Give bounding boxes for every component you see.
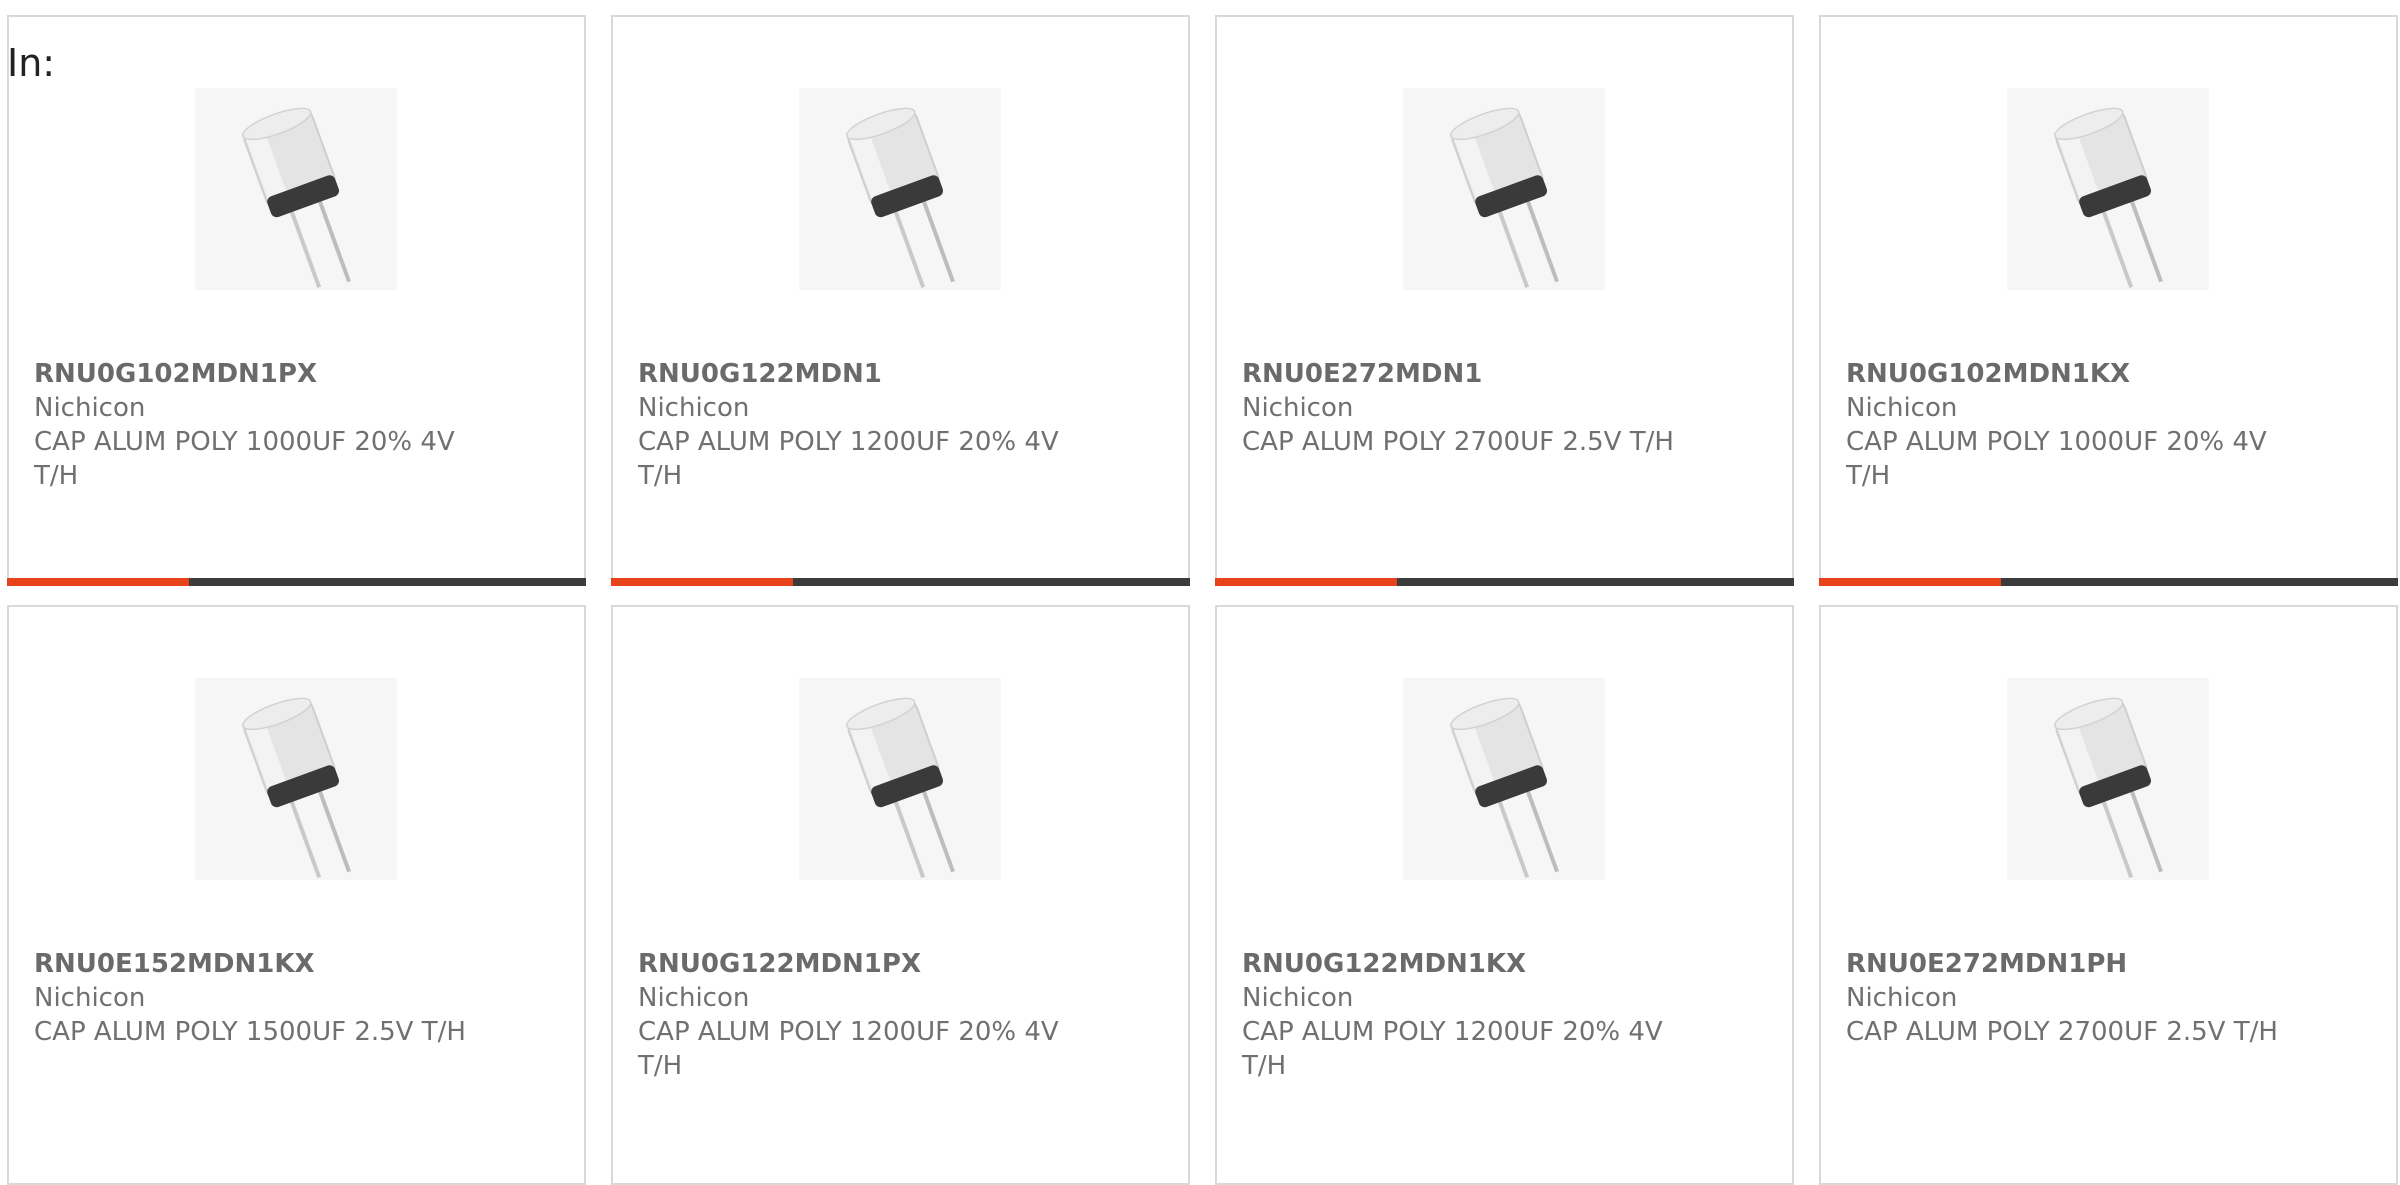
part-number-link[interactable]: RNU0G122MDN1PX [638, 947, 1168, 981]
capacitor-image[interactable] [799, 678, 1001, 880]
part-number-link[interactable]: RNU0G102MDN1PX [34, 357, 564, 391]
section-heading: In: [7, 41, 56, 85]
card-progress-fill [1215, 578, 1398, 586]
product-description: CAP ALUM POLY 1000UF 20% 4V T/H [34, 427, 455, 491]
product-card[interactable]: RNU0G102MDN1PX Nichicon CAP ALUM POLY 10… [7, 15, 586, 586]
capacitor-image[interactable] [195, 678, 397, 880]
capacitor-image[interactable] [2007, 88, 2209, 290]
manufacturer-name: Nichicon [638, 393, 750, 423]
product-card[interactable]: RNU0G122MDN1 Nichicon CAP ALUM POLY 1200… [611, 15, 1190, 586]
part-number-link[interactable]: RNU0G122MDN1 [638, 357, 1168, 391]
product-card[interactable]: RNU0G122MDN1KX Nichicon CAP ALUM POLY 12… [1215, 605, 1794, 1185]
capacitor-image[interactable] [1403, 678, 1605, 880]
part-number-link[interactable]: RNU0G102MDN1KX [1846, 357, 2376, 391]
manufacturer-name: Nichicon [1846, 983, 1958, 1013]
card-progress-fill [1819, 578, 2002, 586]
part-number-link[interactable]: RNU0E152MDN1KX [34, 947, 564, 981]
capacitor-image[interactable] [195, 88, 397, 290]
capacitor-image[interactable] [1403, 88, 1605, 290]
card-progress-fill [7, 578, 190, 586]
product-card[interactable]: RNU0G102MDN1KX Nichicon CAP ALUM POLY 10… [1819, 15, 2398, 586]
part-number-link[interactable]: RNU0E272MDN1 [1242, 357, 1772, 391]
capacitor-image[interactable] [799, 88, 1001, 290]
manufacturer-name: Nichicon [1242, 393, 1354, 423]
manufacturer-name: Nichicon [638, 983, 750, 1013]
card-progress-fill [611, 578, 794, 586]
manufacturer-name: Nichicon [34, 983, 146, 1013]
product-description: CAP ALUM POLY 1000UF 20% 4V T/H [1846, 427, 2267, 491]
part-number-link[interactable]: RNU0G122MDN1KX [1242, 947, 1772, 981]
product-card[interactable]: RNU0G122MDN1PX Nichicon CAP ALUM POLY 12… [611, 605, 1190, 1185]
product-card[interactable]: RNU0E272MDN1PH Nichicon CAP ALUM POLY 27… [1819, 605, 2398, 1185]
card-progress-bar [1819, 578, 2398, 586]
product-card[interactable]: RNU0E272MDN1 Nichicon CAP ALUM POLY 2700… [1215, 15, 1794, 586]
product-description: CAP ALUM POLY 1200UF 20% 4V T/H [1242, 1017, 1663, 1081]
product-card[interactable]: RNU0E152MDN1KX Nichicon CAP ALUM POLY 15… [7, 605, 586, 1185]
product-description: CAP ALUM POLY 1500UF 2.5V T/H [34, 1017, 466, 1047]
product-description: CAP ALUM POLY 2700UF 2.5V T/H [1846, 1017, 2278, 1047]
card-progress-bar [611, 578, 1190, 586]
manufacturer-name: Nichicon [1846, 393, 1958, 423]
product-grid: RNU0G102MDN1PX Nichicon CAP ALUM POLY 10… [0, 0, 2400, 1185]
manufacturer-name: Nichicon [1242, 983, 1354, 1013]
product-description: CAP ALUM POLY 1200UF 20% 4V T/H [638, 1017, 1059, 1081]
product-description: CAP ALUM POLY 2700UF 2.5V T/H [1242, 427, 1674, 457]
capacitor-image[interactable] [2007, 678, 2209, 880]
part-number-link[interactable]: RNU0E272MDN1PH [1846, 947, 2376, 981]
card-progress-bar [1215, 578, 1794, 586]
card-progress-bar [7, 578, 586, 586]
manufacturer-name: Nichicon [34, 393, 146, 423]
product-description: CAP ALUM POLY 1200UF 20% 4V T/H [638, 427, 1059, 491]
